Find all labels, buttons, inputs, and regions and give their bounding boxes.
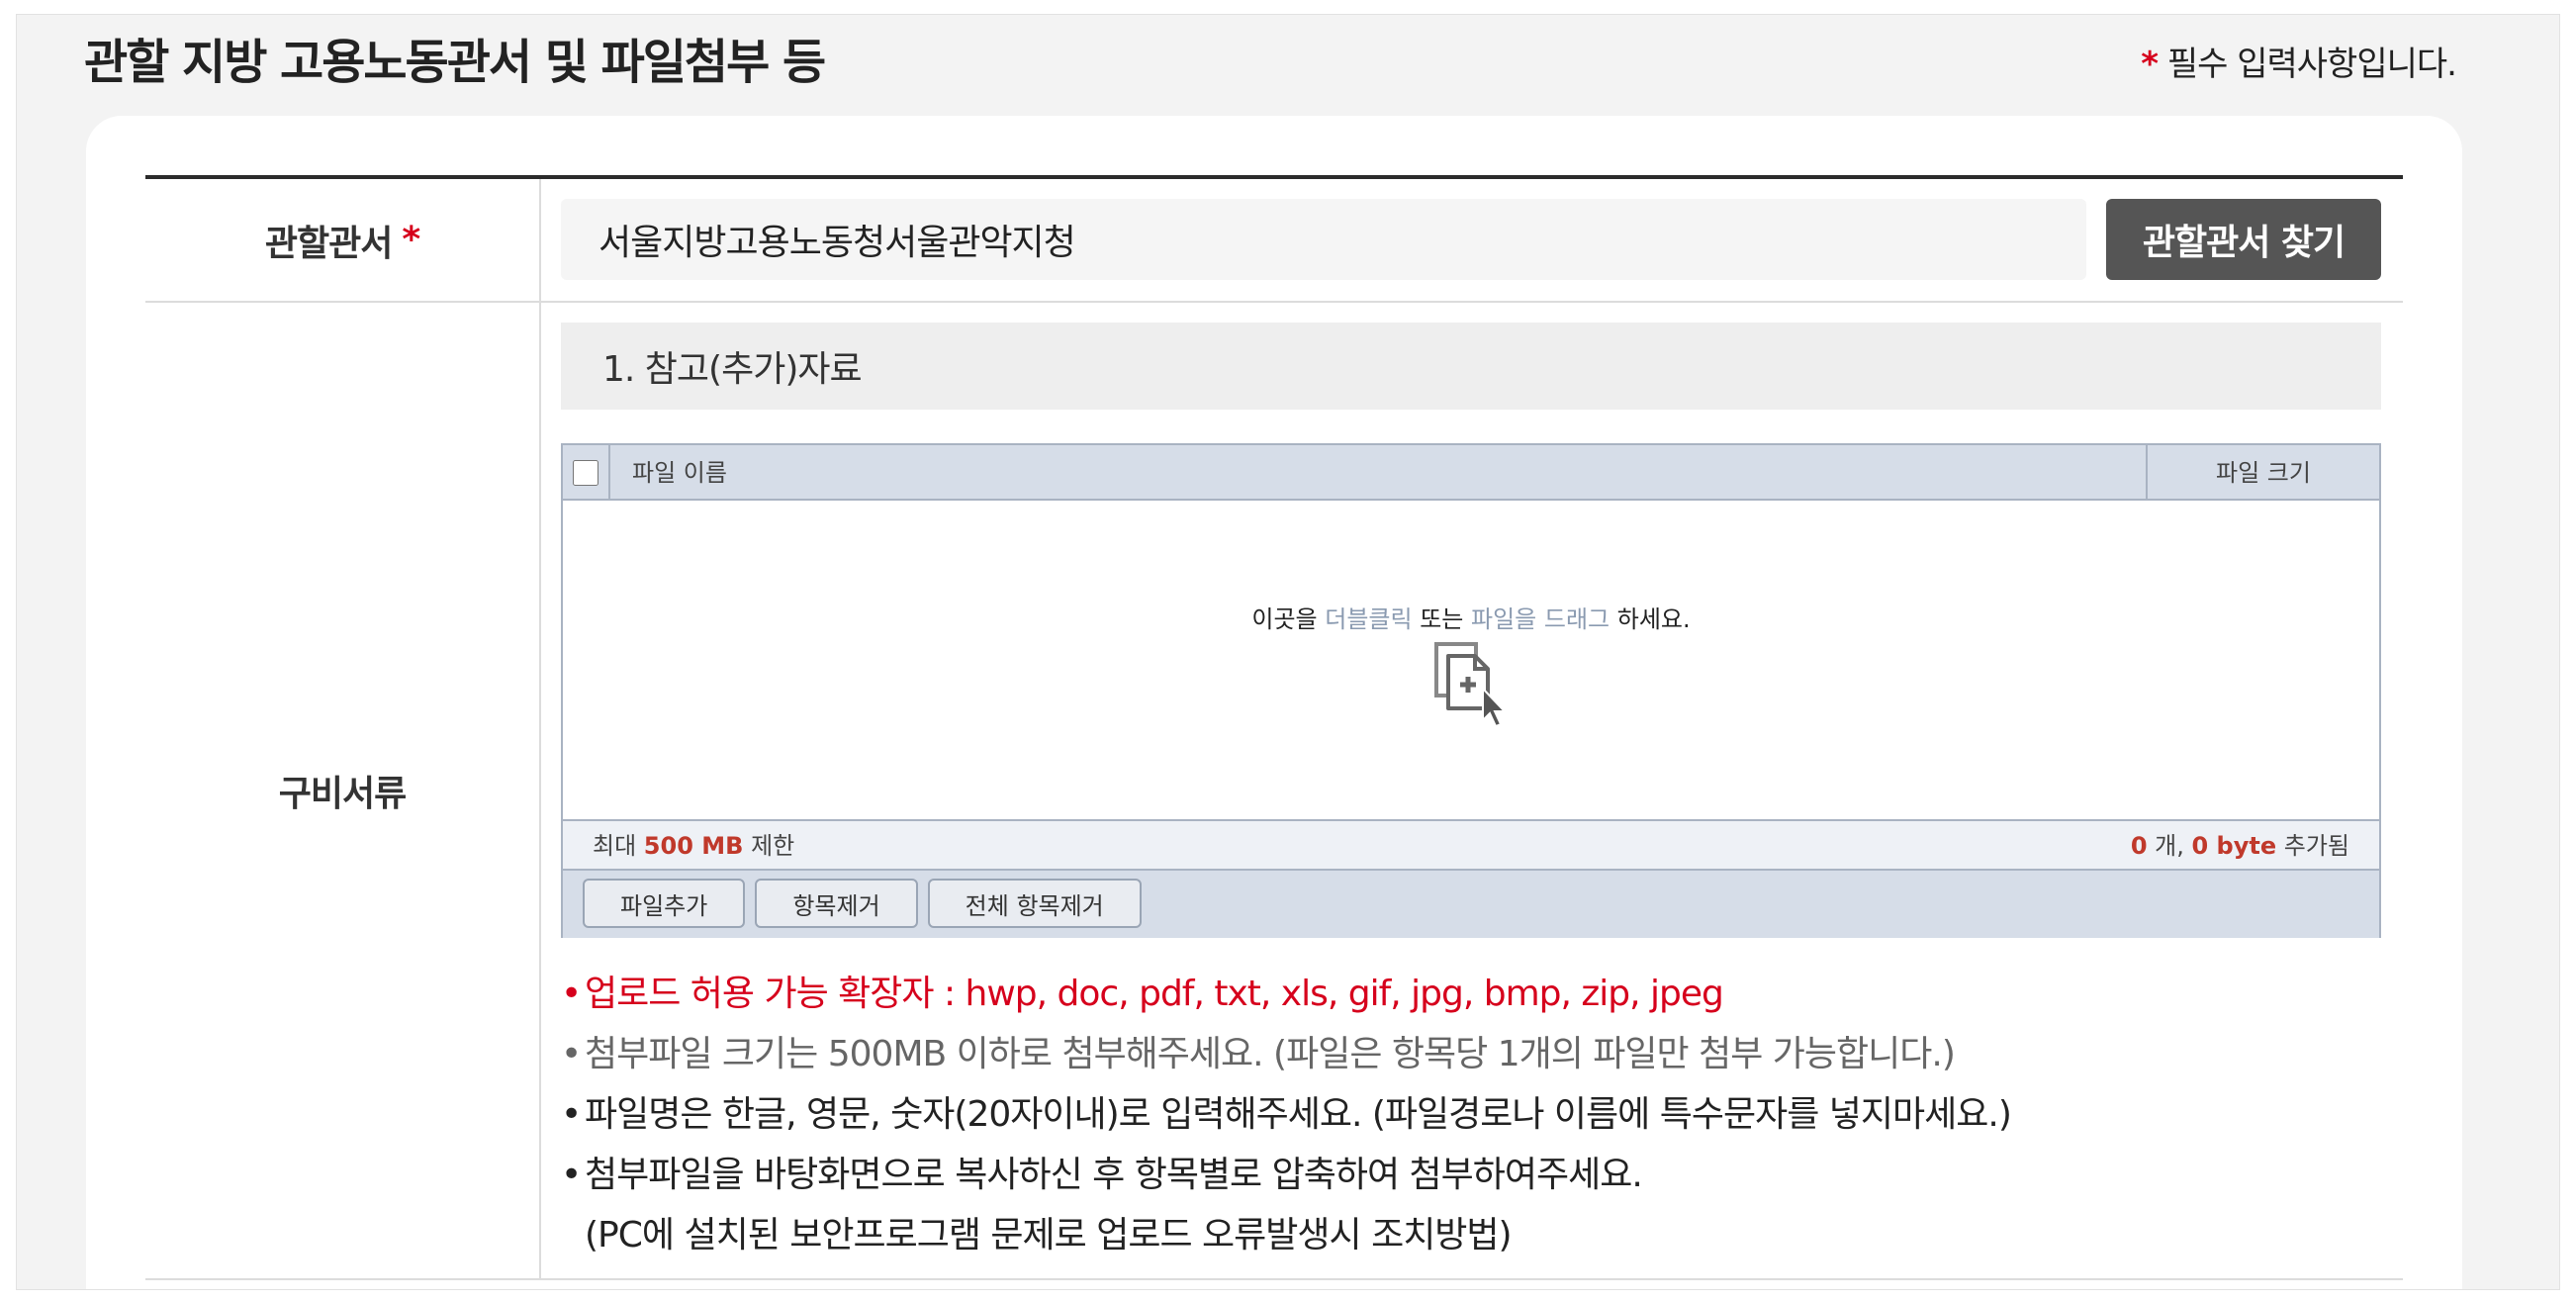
drop-text-pre: 이곳을 (1251, 605, 1326, 633)
note-filename: • 파일명은 한글, 영문, 숫자(20자이내)로 입력해주세요. (파일경로나 … (561, 1084, 2381, 1145)
note-bullet: • (561, 1034, 582, 1074)
drop-text-post: 하세요. (1610, 605, 1691, 633)
drop-text-drag: 파일을 드래그 (1471, 605, 1610, 633)
select-all-checkbox[interactable] (573, 460, 598, 486)
column-file-name: 파일 이름 (632, 459, 727, 487)
upload-notes: • 업로드 허용 가능 확장자 : hwp, doc, pdf, txt, xls… (561, 964, 2381, 1265)
subsection-title: 1. 참고(추가)자료 (561, 323, 2381, 410)
drop-text-mid: 또는 (1412, 605, 1471, 633)
remove-all-button[interactable]: 전체 항목제거 (927, 879, 1142, 928)
drop-text-dblclick: 더블클릭 (1325, 605, 1413, 633)
note-extensions-text: 업로드 허용 가능 확장자 : hwp, doc, pdf, txt, xls,… (585, 974, 1724, 1014)
docs-content: 1. 참고(추가)자료 파일 이름 파일 크기 이곳을 더블클릭 또는 파일을 … (541, 303, 2403, 1278)
office-label-text: 관할관서 (264, 223, 393, 264)
size-limit-value: 500 MB (643, 832, 744, 860)
file-uploader: 파일 이름 파일 크기 이곳을 더블클릭 또는 파일을 드래그 하세요. 최대 … (561, 443, 2381, 938)
uploader-status-bar: 최대 500 MB 제한 0 개, 0 byte 추가됨 (563, 819, 2379, 871)
added-count-unit: 개, (2147, 832, 2192, 860)
form-table: 관할관서 * 서울지방고용노동청서울관악지청 관할관서 찾기 구비서류 1. 참고… (145, 175, 2403, 1280)
column-file-size: 파일 크기 (2146, 445, 2379, 501)
file-add-icon (1434, 642, 1508, 728)
add-file-button[interactable]: 파일추가 (583, 879, 746, 928)
uploader-header: 파일 이름 파일 크기 (563, 445, 2379, 501)
note-size-text: 첨부파일 크기는 500MB 이하로 첨부해주세요. (파일은 항목당 1개의 … (585, 1034, 1956, 1074)
note-bullet: • (561, 974, 582, 1014)
uploader-button-bar: 파일추가 항목제거 전체 항목제거 (563, 871, 2379, 938)
select-all-cell (563, 445, 610, 501)
added-summary: 0 개, 0 byte 추가됨 (2131, 821, 2349, 871)
office-required-star: * (402, 220, 420, 260)
required-note-text: 필수 입력사항입니다. (2158, 45, 2457, 84)
size-limit-pre: 최대 (593, 832, 644, 860)
form-card: 관할관서 * 서울지방고용노동청서울관악지청 관할관서 찾기 구비서류 1. 참고… (86, 116, 2462, 1289)
note-compress-text: 첨부파일을 바탕화면으로 복사하신 후 항목별로 압축하여 첨부하여주세요. (585, 1155, 1643, 1195)
office-label: 관할관서 * (145, 179, 541, 301)
size-limit-post: 제한 (743, 832, 795, 860)
required-note: * 필수 입력사항입니다. (2141, 37, 2457, 85)
office-input[interactable]: 서울지방고용노동청서울관악지청 (561, 199, 2086, 280)
note-bullet: • (561, 1094, 582, 1135)
page-frame: 관할 지방 고용노동관서 및 파일첨부 등 * 필수 입력사항입니다. 관할관서… (16, 14, 2560, 1290)
find-office-button[interactable]: 관할관서 찾기 (2106, 199, 2381, 280)
office-content: 서울지방고용노동청서울관악지청 관할관서 찾기 (541, 179, 2403, 301)
drop-zone[interactable]: 이곳을 더블클릭 또는 파일을 드래그 하세요. (563, 501, 2379, 817)
office-row: 관할관서 * 서울지방고용노동청서울관악지청 관할관서 찾기 (145, 179, 2403, 303)
note-bullet: • (561, 1155, 582, 1195)
added-bytes: 0 byte (2191, 832, 2277, 860)
docs-label: 구비서류 (145, 303, 541, 1278)
size-limit: 최대 500 MB 제한 (593, 821, 794, 871)
required-star: * (2141, 45, 2159, 84)
cursor-icon (1482, 686, 1508, 728)
remove-item-button[interactable]: 항목제거 (755, 879, 918, 928)
note-size: • 첨부파일 크기는 500MB 이하로 첨부해주세요. (파일은 항목당 1개의… (561, 1024, 2381, 1084)
section-title: 관할 지방 고용노동관서 및 파일첨부 등 (84, 35, 826, 90)
drop-instruction: 이곳을 더블클릭 또는 파일을 드래그 하세요. (563, 600, 2379, 634)
note-error-fix[interactable]: (PC에 설치된 보안프로그램 문제로 업로드 오류발생시 조치방법) (561, 1205, 2381, 1265)
docs-row: 구비서류 1. 참고(추가)자료 파일 이름 파일 크기 이곳을 더블클릭 또는… (145, 303, 2403, 1280)
note-compress: • 첨부파일을 바탕화면으로 복사하신 후 항목별로 압축하여 첨부하여주세요. (561, 1145, 2381, 1205)
note-filename-text: 파일명은 한글, 영문, 숫자(20자이내)로 입력해주세요. (파일경로나 이… (585, 1094, 2012, 1135)
note-extensions: • 업로드 허용 가능 확장자 : hwp, doc, pdf, txt, xls… (561, 964, 2381, 1024)
added-count: 0 (2130, 832, 2148, 860)
added-bytes-post: 추가됨 (2276, 832, 2349, 860)
